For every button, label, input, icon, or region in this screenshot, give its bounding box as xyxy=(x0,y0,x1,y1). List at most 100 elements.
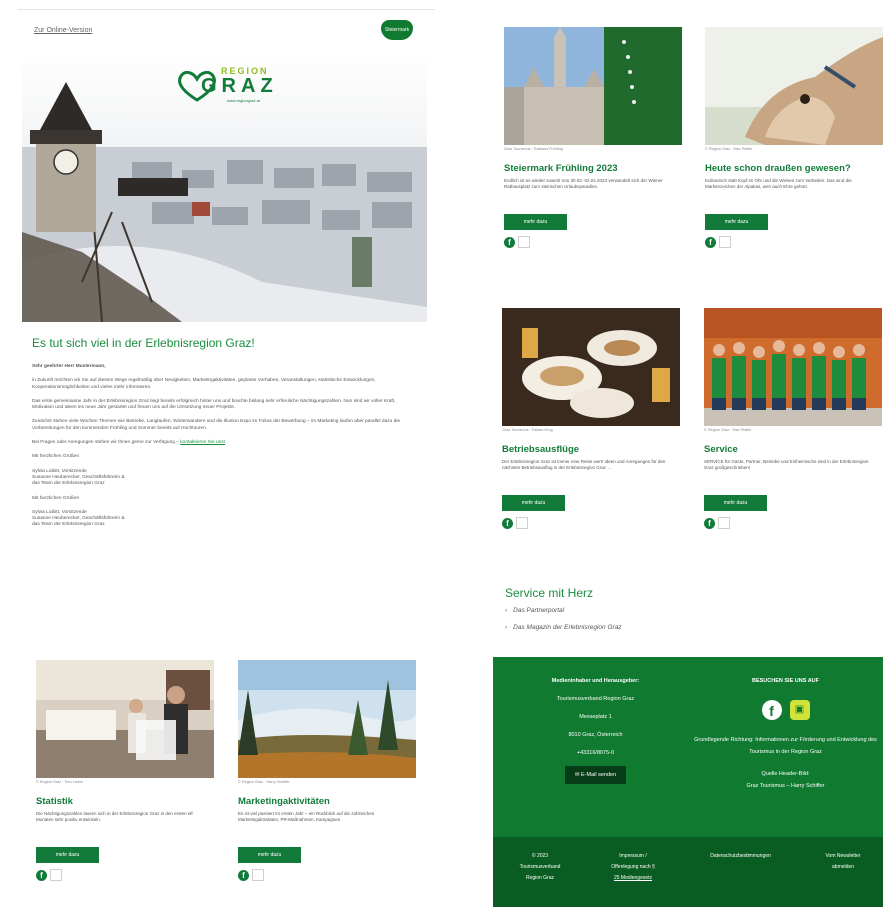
unsubscribe-line-1: Vom Newsletter xyxy=(825,853,861,859)
newsletter-right-column: Graz Tourismus · Rathaus Frühling Steier… xyxy=(493,0,883,907)
region-graz-logo: REGION GRAZ www.regiongraz.at xyxy=(177,66,287,106)
service-list: Das Partnerportal Das Magazin der Erlebn… xyxy=(505,607,622,641)
share-checkbox-icon[interactable] xyxy=(518,236,530,248)
unsubscribe-link[interactable]: Vom Newsletter abmelden xyxy=(808,851,878,873)
card-title: Statistik xyxy=(36,796,73,807)
more-button[interactable]: mehr dazu xyxy=(705,214,768,230)
more-button[interactable]: mehr dazu xyxy=(504,214,567,230)
share-checkbox-icon[interactable] xyxy=(718,517,730,529)
city-hall-photo xyxy=(504,27,682,145)
publisher-phone[interactable]: +43316/8075-0 xyxy=(503,744,688,762)
share-row: f xyxy=(705,236,883,248)
share-checkbox-icon[interactable] xyxy=(252,869,264,881)
closing-1: Mit herzlichen Grüßen xyxy=(32,454,80,460)
steiermark-badge: Steiermark xyxy=(381,20,413,40)
card-credit: © Region Graz · Tom Lamm xyxy=(36,780,84,784)
autumn-landscape-photo xyxy=(238,660,416,778)
social-square-icon[interactable]: ▣ xyxy=(789,700,810,720)
intro-body: Sehr geehrter Herr Mustermann, in Zukunf… xyxy=(32,364,412,537)
newsletter-left-column: Zur Online-Version Steiermark REGION GRA… xyxy=(18,0,435,907)
imprint-link[interactable]: Impressum / Offenlegung nach § 25 Medien… xyxy=(593,851,673,884)
card-steiermark-fruehling: Graz Tourismus · Rathaus Frühling Steier… xyxy=(504,27,682,248)
card-image xyxy=(502,308,680,426)
card-image xyxy=(704,308,882,426)
card-text: Es ist viel passiert im ersten Jahr – ei… xyxy=(238,811,375,822)
purpose-text: Grundlegende Richtung: Informationen zur… xyxy=(694,737,877,755)
image-source-line-1: Quelle Header-Bild: xyxy=(761,771,810,777)
card-betriebsausfluege: Graz Tourismus · Fabian Krug Betriebsaus… xyxy=(502,308,680,529)
card-credit: © Region Graz · Harry Schiffer xyxy=(238,780,290,784)
unsubscribe-line-2: abmelden xyxy=(832,864,854,870)
card-title: Steiermark Frühling 2023 xyxy=(504,163,618,174)
signature-2: Sylvia Loibitt, Vorsitzende Susanne Heub… xyxy=(32,510,412,529)
facebook-icon[interactable]: f xyxy=(705,236,716,248)
hero-image: REGION GRAZ www.regiongraz.at xyxy=(22,52,427,322)
service-link-magazin[interactable]: Das Magazin der Erlebnisregion Graz xyxy=(505,624,621,631)
mail-icon: ✉ xyxy=(574,772,580,778)
top-divider xyxy=(18,9,435,10)
intro-title: Es tut sich viel in der Erlebnisregion G… xyxy=(32,336,255,350)
card-text: Kulinarisch statt Kopf im Ohr und die Wi… xyxy=(705,178,852,189)
email-button[interactable]: ✉ E-Mail senden xyxy=(564,766,627,784)
more-button[interactable]: mehr dazu xyxy=(238,847,301,863)
imprint-line-3: 25 Mediengesetz xyxy=(613,875,653,881)
card-service: © Region Graz · Max Pfaller Service SERV… xyxy=(704,308,882,529)
card-text: SERVICE für Gäste, Partner, Betriebe und… xyxy=(704,459,869,470)
share-checkbox-icon[interactable] xyxy=(719,236,731,248)
card-credit: Graz Tourismus · Fabian Krug xyxy=(502,428,553,432)
facebook-icon[interactable]: f xyxy=(504,236,515,248)
publisher-heading: Medieninhaber und Herausgeber: xyxy=(551,678,640,684)
facebook-icon[interactable]: f xyxy=(704,517,715,529)
publisher-street: Messeplatz 1 xyxy=(579,714,612,720)
card-title: Betriebsausflüge xyxy=(502,444,580,455)
more-button[interactable]: mehr dazu xyxy=(36,847,99,863)
logo-graz-text: GRAZ xyxy=(201,75,278,97)
facebook-icon[interactable]: f xyxy=(238,869,249,881)
email-button-label: E-Mail senden xyxy=(580,772,617,778)
publisher-city: 8010 Graz, Österreich xyxy=(568,732,623,738)
card-credit: Graz Tourismus · Rathaus Frühling xyxy=(504,147,563,151)
card-text: Endlich ist es wieder soweit! Von 30.03.… xyxy=(504,178,663,189)
card-statistik: © Region Graz · Tom Lamm Statistik Die N… xyxy=(36,660,214,881)
facebook-icon[interactable]: f xyxy=(36,869,47,881)
image-source-line-2: Graz Tourismus – Harry Schiffer xyxy=(746,783,825,789)
copyright-line-3: Region Graz xyxy=(525,875,555,881)
greeting: Sehr geehrter Herr Mustermann, xyxy=(32,364,106,369)
social-icons: f ▣ xyxy=(693,700,878,720)
more-button[interactable]: mehr dazu xyxy=(502,495,565,511)
signature-2-line-3: das Team der Erlebnisregion Graz xyxy=(32,522,105,528)
facebook-icon[interactable]: f xyxy=(502,517,513,529)
publisher-org: Tourismusverband Region Graz xyxy=(556,696,635,702)
card-credit: © Region Graz · Max Pfaller xyxy=(704,428,752,432)
signature-2-line-2: Susanne Heuberecker, Geschäftsführerin & xyxy=(32,516,125,522)
service-title: Service mit Herz xyxy=(505,586,594,600)
card-text: Die Nächtigungszahlen lassen sich in der… xyxy=(36,811,193,822)
visit-us-block: BESUCHEN SIE UNS AUF f ▣ Grundlegende Ri… xyxy=(693,672,878,792)
copyright-line-2: Tourismusverband xyxy=(519,864,561,870)
signature-1-line-1: Sylvia Loibitt, Vorsitzende xyxy=(32,468,87,474)
share-row: f xyxy=(502,517,680,529)
facebook-icon[interactable]: f xyxy=(761,700,782,720)
more-button[interactable]: mehr dazu xyxy=(704,495,767,511)
copyright: © 2023 Tourismusverband Region Graz xyxy=(505,851,575,884)
card-text: Der Erlebnisregion Graz ist immer eine R… xyxy=(502,459,666,470)
team-photo xyxy=(704,308,882,426)
card-credit: © Region Graz · Max Pfaller xyxy=(705,147,753,151)
online-version-link[interactable]: Zur Online-Version xyxy=(34,27,92,34)
imprint-line-2: Offenlegung nach § xyxy=(611,864,655,870)
closing-2: Mit herzlichen Grüßen xyxy=(32,495,80,501)
card-image xyxy=(36,660,214,778)
privacy-link[interactable]: Datenschutzbestimmungen xyxy=(698,851,783,862)
card-title: Heute schon draußen gewesen? xyxy=(705,163,851,174)
logo-url-text: www.regiongraz.at xyxy=(227,98,260,103)
share-checkbox-icon[interactable] xyxy=(516,517,528,529)
image-source: Quelle Header-Bild: Graz Tourismus – Har… xyxy=(693,768,878,792)
card-image xyxy=(238,660,416,778)
food-table-photo xyxy=(502,308,680,426)
card-image xyxy=(504,27,682,145)
share-checkbox-icon[interactable] xyxy=(50,869,62,881)
contact-link[interactable]: kontaktieren Sie uns! xyxy=(180,440,225,445)
card-draussen: © Region Graz · Max Pfaller Heute schon … xyxy=(705,27,883,248)
alpaca-photo xyxy=(705,27,883,145)
service-link-partnerportal[interactable]: Das Partnerportal xyxy=(505,607,622,614)
